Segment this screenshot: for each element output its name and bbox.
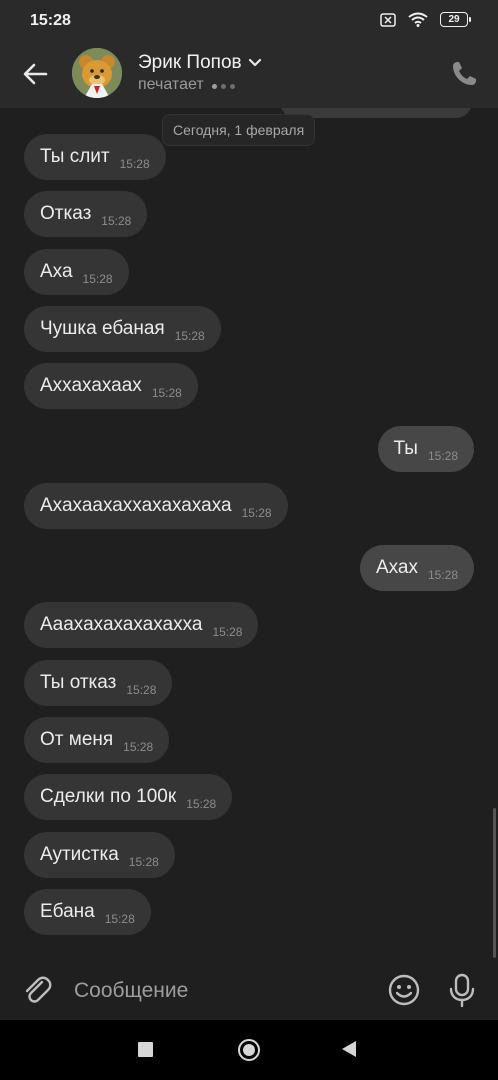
typing-dots-icon — [211, 76, 239, 94]
message-list[interactable]: Сегодня, 1 февраля Ты слит 15:28 Отказ 15:2… — [0, 108, 498, 960]
smiley-icon[interactable] — [386, 972, 422, 1008]
message-text: Аaахахахахахахха — [40, 614, 203, 635]
sim-off-icon — [380, 12, 396, 27]
incoming-message[interactable]: От меня 15:28 — [24, 717, 170, 763]
system-nav-bar — [0, 1020, 498, 1080]
message-text: Сделки по 100к — [40, 786, 177, 807]
arrow-left-icon[interactable] — [18, 56, 54, 92]
incoming-message[interactable]: Сделки по 100к 15:28 — [24, 774, 233, 820]
message-text: Ахахаахаххахахахаха — [40, 495, 232, 516]
scrollbar[interactable] — [493, 808, 496, 958]
message-text: От меня — [40, 729, 114, 750]
wifi-icon — [408, 12, 428, 27]
message-time: 15:28 — [186, 797, 217, 811]
recents-icon[interactable] — [138, 1042, 153, 1057]
message-time: 15:28 — [82, 272, 113, 286]
incoming-message[interactable]: Аха 15:28 — [24, 249, 129, 295]
message-time: 15:28 — [174, 329, 205, 343]
battery-indicator: 29 — [440, 12, 471, 27]
message-text: Чушка ебаная — [40, 318, 165, 339]
status-icons: 29 — [380, 12, 471, 27]
contact-name-text: Эрик Попов — [138, 52, 242, 73]
incoming-message[interactable]: Ебана 15:28 — [24, 889, 151, 935]
message-time: 15:28 — [101, 214, 132, 228]
chevron-down-icon[interactable] — [248, 58, 262, 68]
avatar[interactable] — [72, 48, 122, 98]
outgoing-message[interactable]: Ты 15:28 — [377, 426, 474, 472]
status-time: 15:28 — [30, 12, 71, 29]
message-time: 15:28 — [126, 683, 157, 697]
date-divider: Сегодня, 1 февраля — [162, 114, 316, 146]
message-time: 15:28 — [212, 625, 243, 639]
phone-icon[interactable] — [448, 58, 480, 90]
message-time: 15:28 — [241, 506, 272, 520]
message-text: Ты отказ — [40, 672, 117, 693]
status-bar: 15:28 29 — [0, 0, 498, 42]
message-text: Ты слит — [40, 146, 110, 167]
back-triangle-icon[interactable] — [342, 1041, 356, 1057]
message-time: 15:28 — [123, 740, 154, 754]
incoming-message[interactable]: Чушка ебаная 15:28 — [24, 306, 221, 352]
message-text: Отказ — [40, 203, 92, 224]
avatar-image — [72, 48, 122, 98]
incoming-message[interactable]: Аххахахаах 15:28 — [24, 363, 198, 409]
incoming-message[interactable]: Отказ 15:28 — [24, 191, 148, 237]
message-time: 15:28 — [427, 449, 458, 463]
home-icon[interactable] — [238, 1039, 260, 1061]
outgoing-message[interactable]: Ахах 15:28 — [359, 545, 474, 591]
incoming-message[interactable]: Ахахаахаххахахахаха 15:28 — [24, 483, 288, 529]
composer — [0, 960, 498, 1020]
message-text: Ебана — [40, 901, 95, 922]
typing-status-text: печатает — [138, 76, 204, 93]
message-text: Аутистка — [40, 844, 119, 865]
chat-header: Эрик Попов печатает — [0, 42, 498, 108]
message-time: 15:28 — [128, 855, 159, 869]
incoming-message[interactable]: Ты слит 15:28 — [24, 134, 166, 180]
message-time: 15:28 — [119, 157, 150, 171]
message-text: Ахах — [375, 557, 418, 578]
typing-status: печатает — [138, 76, 239, 94]
contact-name[interactable]: Эрик Попов — [138, 52, 262, 74]
incoming-message[interactable]: Ты отказ 15:28 — [24, 660, 173, 706]
message-text: Аххахахаах — [40, 375, 142, 396]
message-time: 15:28 — [151, 386, 182, 400]
message-input[interactable] — [72, 975, 366, 1007]
message-time: 15:28 — [427, 568, 458, 582]
incoming-message[interactable]: Аутистка 15:28 — [24, 832, 175, 878]
message-text: Аха — [40, 261, 73, 282]
message-text: Ты — [393, 438, 418, 459]
microphone-icon[interactable] — [446, 972, 478, 1008]
incoming-message[interactable]: Аaахахахахахахха 15:28 — [24, 602, 259, 648]
message-time: 15:28 — [104, 912, 135, 926]
paperclip-icon[interactable] — [20, 973, 54, 1007]
